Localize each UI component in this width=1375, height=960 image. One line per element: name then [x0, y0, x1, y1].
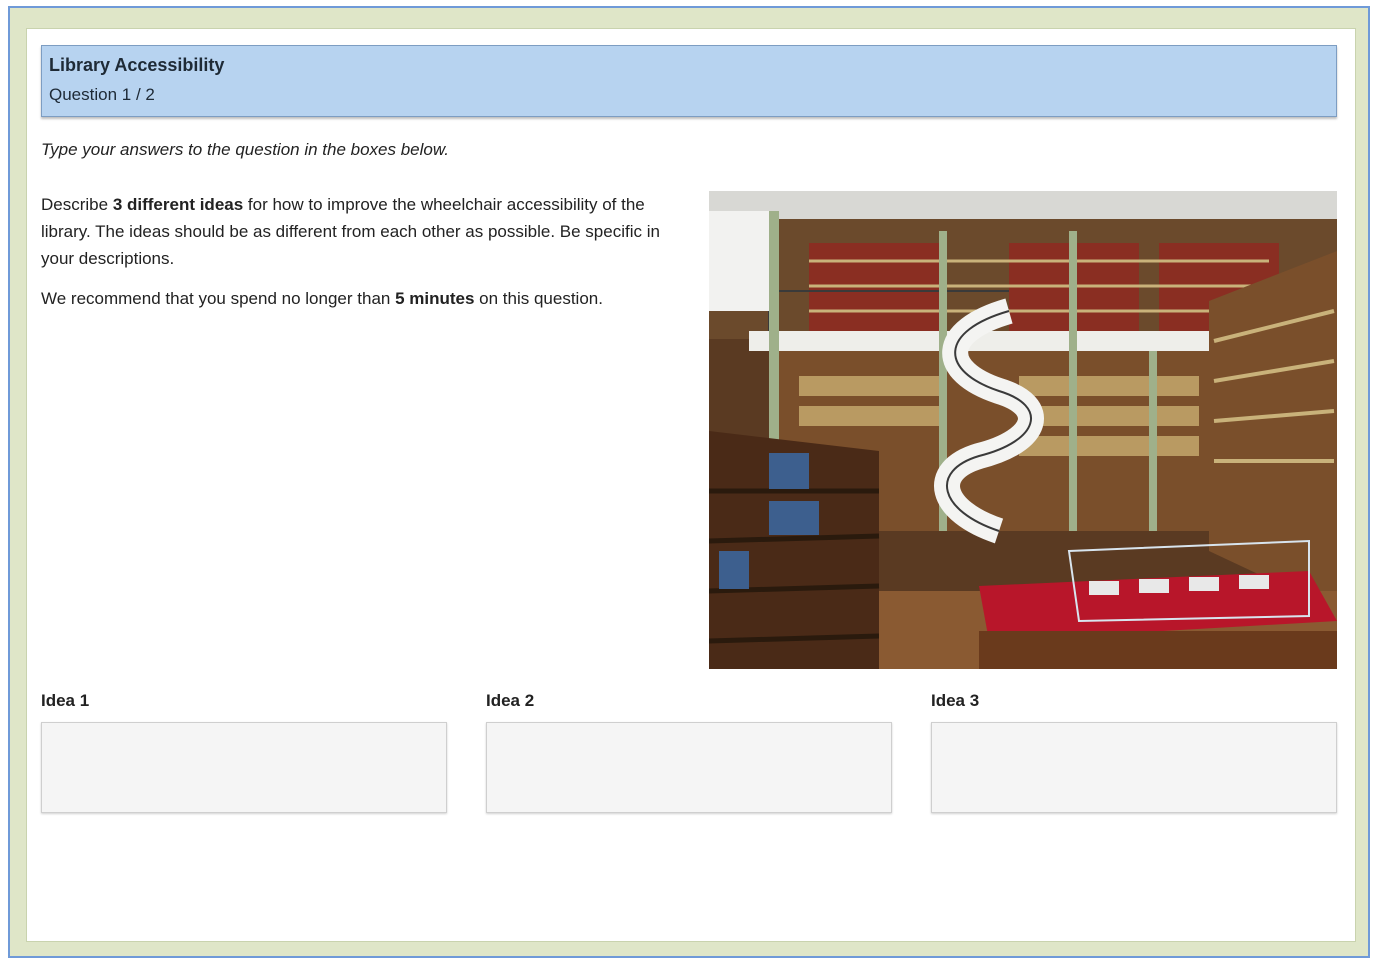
instruction-text: Type your answers to the question in the…: [41, 140, 449, 159]
question-counter: Question 1 / 2: [49, 85, 155, 104]
idea-3-input[interactable]: [931, 722, 1337, 813]
idea-2-label: Idea 2: [486, 691, 535, 710]
library-photo: [709, 191, 1337, 669]
prompt-text: Describe: [41, 195, 113, 214]
app-frame: Library Accessibility Question 1 / 2 Typ…: [8, 6, 1370, 958]
idea-1-label: Idea 1: [41, 691, 90, 710]
question-prompt: Describe 3 different ideas for how to im…: [41, 191, 681, 325]
prompt-text: on this question.: [474, 289, 603, 308]
question-header: Library Accessibility Question 1 / 2: [41, 45, 1337, 117]
prompt-paragraph-1: Describe 3 different ideas for how to im…: [41, 191, 681, 272]
idea-3-label: Idea 3: [931, 691, 980, 710]
question-panel: Library Accessibility Question 1 / 2 Typ…: [26, 28, 1356, 942]
prompt-emphasis: 3 different ideas: [112, 195, 244, 214]
prompt-text: We recommend that you spend no longer th…: [41, 289, 396, 308]
idea-2-input[interactable]: [486, 722, 892, 813]
time-limit: 5 minutes: [395, 289, 475, 308]
library-photo-illustration: [709, 191, 1337, 669]
idea-1-input[interactable]: [41, 722, 447, 813]
prompt-paragraph-2: We recommend that you spend no longer th…: [41, 285, 681, 312]
page-title: Library Accessibility: [49, 55, 225, 75]
